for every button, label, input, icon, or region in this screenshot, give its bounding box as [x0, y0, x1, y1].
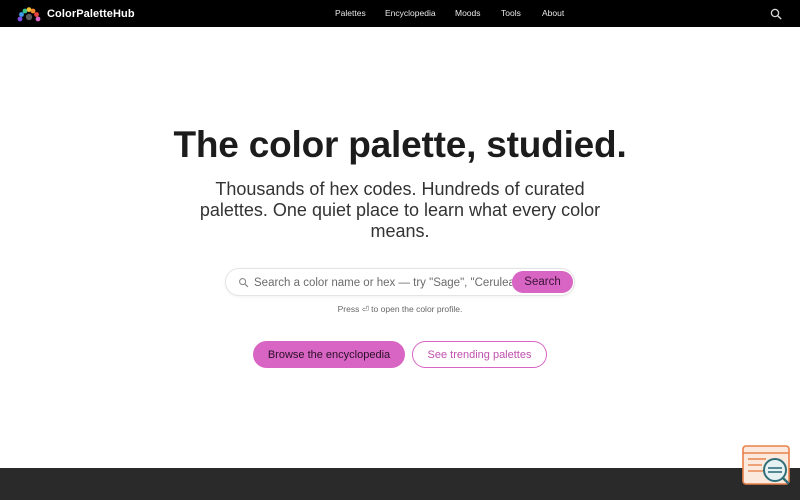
- color-search-bar: Search: [225, 268, 575, 296]
- top-navigation-bar: ColorPaletteHub Palettes Encyclopedia Mo…: [0, 0, 800, 27]
- search-icon[interactable]: [769, 7, 783, 21]
- nav-item-moods[interactable]: Moods: [455, 8, 481, 18]
- search-button[interactable]: Search: [512, 271, 573, 293]
- search-icon: [239, 278, 249, 288]
- nav-item-palettes[interactable]: Palettes: [335, 8, 366, 18]
- hero-subtitle: Thousands of hex codes. Hundreds of cura…: [199, 179, 601, 241]
- nav-item-about[interactable]: About: [542, 8, 564, 18]
- developer-tools-icon[interactable]: [742, 445, 790, 487]
- nav-item-encyclopedia[interactable]: Encyclopedia: [385, 8, 436, 18]
- page-title: The color palette, studied.: [173, 124, 627, 165]
- trending-palettes-button[interactable]: See trending palettes: [412, 341, 547, 368]
- footer-band: [0, 468, 800, 500]
- search-hint: Press ⏎ to open the color profile.: [337, 304, 463, 314]
- search-input[interactable]: [254, 273, 514, 293]
- main-nav: Palettes Encyclopedia Moods Tools About: [0, 0, 800, 27]
- browse-encyclopedia-button[interactable]: Browse the encyclopedia: [253, 341, 405, 368]
- nav-item-tools[interactable]: Tools: [501, 8, 521, 18]
